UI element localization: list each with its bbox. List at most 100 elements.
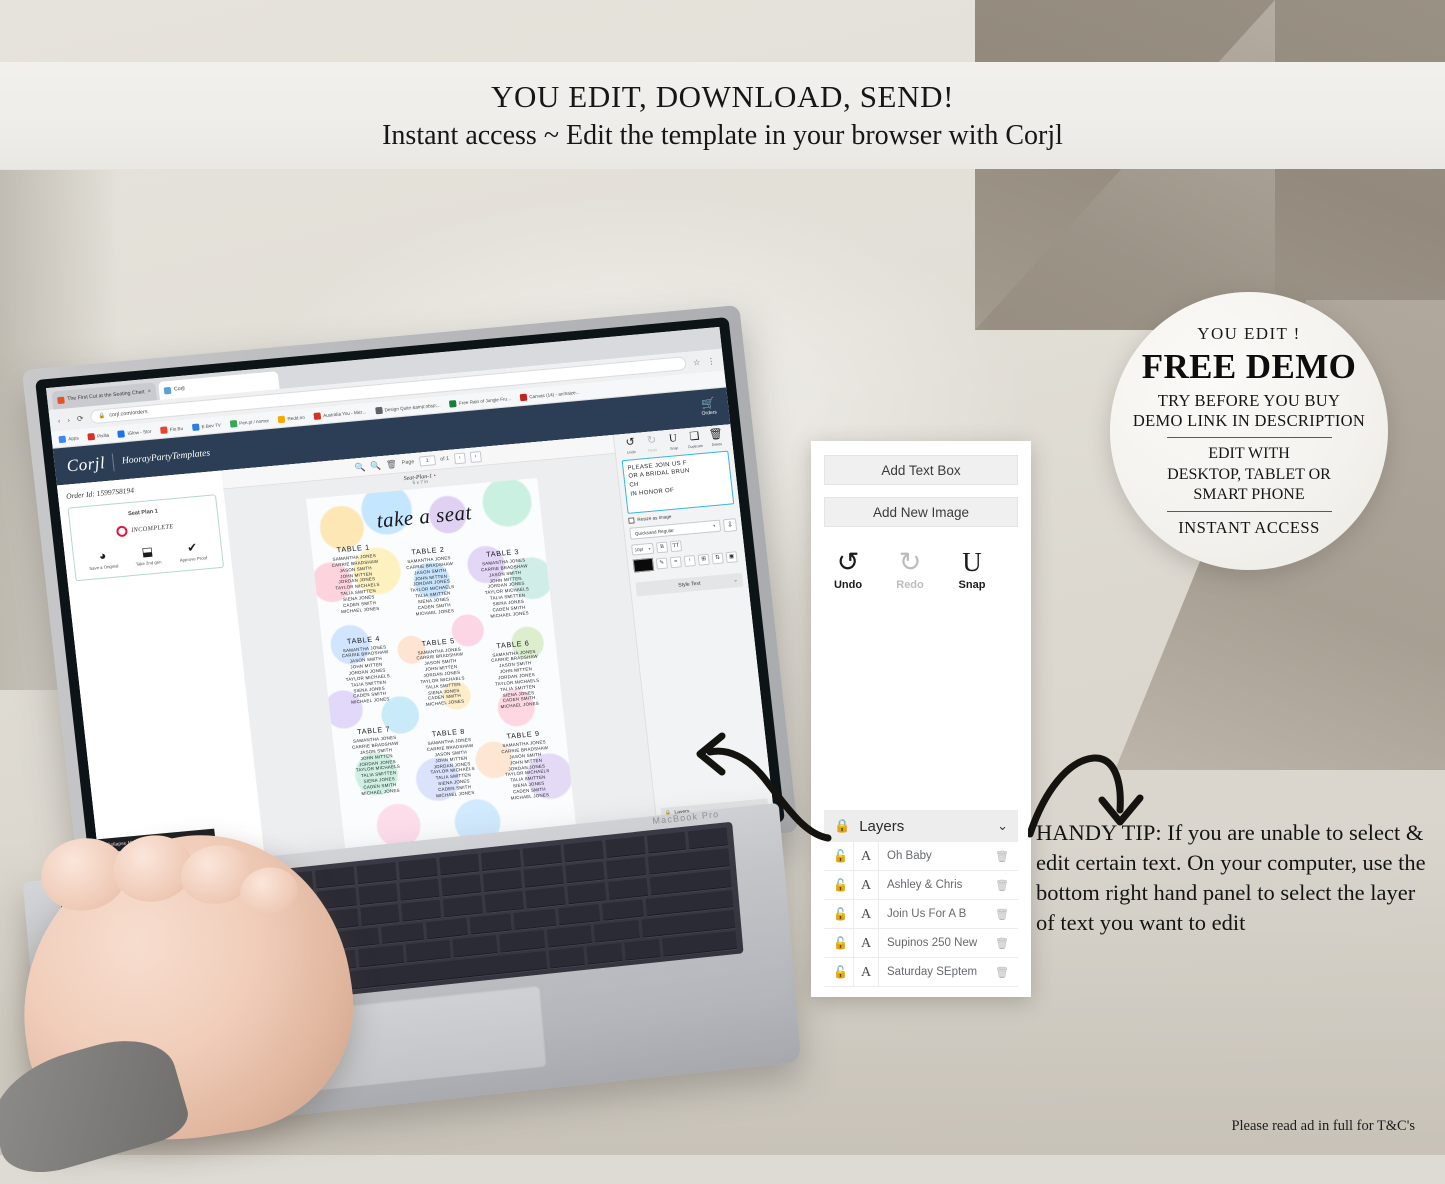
keyboard-key[interactable] [357, 945, 404, 968]
keyboard-key[interactable] [662, 931, 738, 957]
layers-header[interactable]: 🔒 Layers ⌄ [824, 810, 1018, 842]
forward-icon[interactable]: › [67, 415, 71, 424]
edit-tool-button[interactable]: ❏ Duplicate [683, 430, 706, 449]
bookmark-item[interactable]: Australia You - Micr... [313, 408, 366, 420]
text-editor-box[interactable]: PLEASE JOIN US F OR A BRIDAL BRUN CH IN HON… [621, 450, 735, 514]
font-size-select[interactable]: 10pt ▾ [631, 542, 655, 556]
keyboard-key[interactable] [452, 935, 499, 958]
keyboard-key[interactable] [557, 903, 601, 926]
spacing-icon[interactable]: ⇅ [711, 551, 724, 564]
browser-menu-icon[interactable]: ⋮ [707, 356, 716, 366]
unlock-icon[interactable]: 🔓 [833, 907, 853, 922]
bookmark-star-icon[interactable]: ☆ [692, 357, 700, 367]
unlock-icon[interactable]: 🔓 [833, 936, 853, 951]
bookmark-item[interactable]: Pen.pl / nomor [229, 417, 269, 428]
keyboard-key[interactable] [442, 895, 483, 917]
keyboard-key[interactable] [563, 840, 604, 863]
font-picker-icon[interactable]: ⇩ [722, 517, 738, 532]
keyboard-key[interactable] [565, 861, 605, 884]
keyboard-key[interactable] [399, 878, 440, 901]
keyboard-key[interactable] [606, 856, 647, 879]
trash-icon[interactable]: 🗑 [995, 879, 1009, 892]
page-number-input[interactable]: 1 [418, 455, 436, 467]
panel-tool-button[interactable]: U Snap [954, 549, 990, 592]
keyboard-key[interactable] [314, 866, 355, 889]
orders-button[interactable]: 🛒 Orders [700, 398, 717, 417]
keyboard-key[interactable] [439, 853, 480, 876]
zoom-in-icon[interactable]: 🔍 [354, 461, 366, 473]
keyboard-key[interactable] [601, 898, 645, 922]
order-action-button[interactable]: ✔ Approve Proof [173, 540, 213, 564]
keyboard-key[interactable] [593, 920, 640, 943]
bookmark-item[interactable]: iGlow - Stor [117, 427, 152, 438]
bold-icon[interactable]: B [655, 540, 669, 553]
keyboard-key[interactable] [484, 890, 525, 913]
style-text-section[interactable]: Style Text ⌄ [635, 572, 744, 596]
unlock-icon[interactable]: 🔓 [833, 849, 853, 864]
panel-tool-button[interactable]: ↺ Undo [830, 549, 866, 592]
crop-icon[interactable]: ▣ [725, 550, 738, 563]
bookmark-item[interactable]: Pixilla [87, 431, 109, 441]
keyboard-key[interactable] [605, 836, 646, 858]
align-icon[interactable]: ⊞ [697, 553, 710, 566]
keyboard-key[interactable] [513, 908, 557, 931]
keyboard-key[interactable] [566, 881, 607, 904]
layer-row[interactable]: 🔓 A Oh Baby 🗑 [824, 841, 1018, 871]
keyboard-key[interactable] [397, 857, 438, 880]
keyboard-key[interactable] [548, 947, 585, 969]
trash-icon[interactable]: 🗑 [385, 458, 397, 470]
list-icon[interactable]: ⁝ [683, 554, 696, 567]
layer-row[interactable]: 🔓 A Supinos 250 New 🗑 [824, 928, 1018, 958]
add-text-box-button[interactable]: Add Text Box [824, 455, 1018, 485]
unlock-icon[interactable]: 🔓 [833, 878, 853, 893]
keyboard-key[interactable] [608, 877, 649, 900]
trash-icon[interactable]: 🗑 [995, 937, 1009, 950]
line-height-icon[interactable]: ≡ [669, 555, 682, 568]
close-icon[interactable]: × [147, 389, 151, 395]
order-action-button[interactable]: ◕ Save a Original [83, 548, 123, 572]
keyboard-key[interactable] [586, 943, 623, 965]
bookmark-item[interactable]: Canvas (14) - archaize... [519, 388, 580, 401]
edit-tool-button[interactable]: ↺ Undo [619, 436, 642, 455]
keyboard-key[interactable] [499, 930, 546, 953]
seating-chart-design[interactable]: take a seat TABLE 1 SAMANTHA JONES CARRIE … [305, 478, 577, 852]
keyboard-key[interactable] [546, 925, 593, 948]
paint-icon[interactable]: ✎ [655, 557, 668, 569]
keyboard-key[interactable] [525, 886, 566, 909]
bookmark-item[interactable]: E Bev TV [191, 421, 221, 431]
bookmark-item[interactable]: Redd.no [277, 413, 306, 423]
keyboard-key[interactable] [401, 899, 442, 922]
keyboard-key[interactable] [624, 939, 661, 961]
trash-icon[interactable]: 🗑 [995, 966, 1009, 979]
keyboard-key[interactable] [358, 882, 399, 905]
keyboard-key[interactable] [482, 869, 523, 892]
text-color-swatch[interactable] [632, 557, 655, 573]
reload-icon[interactable]: ⟳ [76, 413, 84, 423]
bookmark-item[interactable]: Free Rain of Jungle Fru... [449, 395, 511, 408]
prev-page-button[interactable]: ‹ [453, 451, 466, 464]
keyboard-key[interactable] [522, 844, 563, 867]
keyboard-key[interactable] [356, 862, 397, 884]
next-page-button[interactable]: › [469, 450, 482, 463]
layer-row[interactable]: 🔓 A Join Us For A B 🗑 [824, 899, 1018, 929]
chevron-down-icon[interactable]: ⌄ [997, 818, 1008, 834]
edit-tool-button[interactable]: 🗑 Delete [705, 428, 728, 447]
keyboard-key[interactable] [425, 917, 468, 940]
layer-row[interactable]: 🔓 A Ashley & Chris 🗑 [824, 870, 1018, 900]
edit-tool-button[interactable]: U Snap [662, 432, 685, 451]
keyboard-key[interactable] [523, 865, 564, 888]
keyboard-key[interactable] [337, 926, 380, 949]
trash-icon[interactable]: 🗑 [995, 850, 1009, 863]
order-action-button[interactable]: ⬓ Take 2nd gen [128, 544, 168, 568]
keyboard-key[interactable] [480, 849, 521, 871]
keyboard-key[interactable] [469, 912, 513, 935]
keyboard-key[interactable] [381, 922, 424, 945]
unlock-icon[interactable]: 🔓 [833, 965, 853, 980]
layer-row[interactable]: 🔓 A Saturday SEptem 🗑 [824, 957, 1018, 987]
back-icon[interactable]: ‹ [57, 416, 61, 425]
keyboard-key[interactable] [360, 903, 401, 926]
add-new-image-button[interactable]: Add New Image [824, 497, 1018, 527]
bookmark-item[interactable]: Apps [58, 434, 79, 443]
zoom-out-icon[interactable]: 🔍 [370, 460, 382, 472]
corjl-logo[interactable]: Corjl [66, 453, 106, 476]
